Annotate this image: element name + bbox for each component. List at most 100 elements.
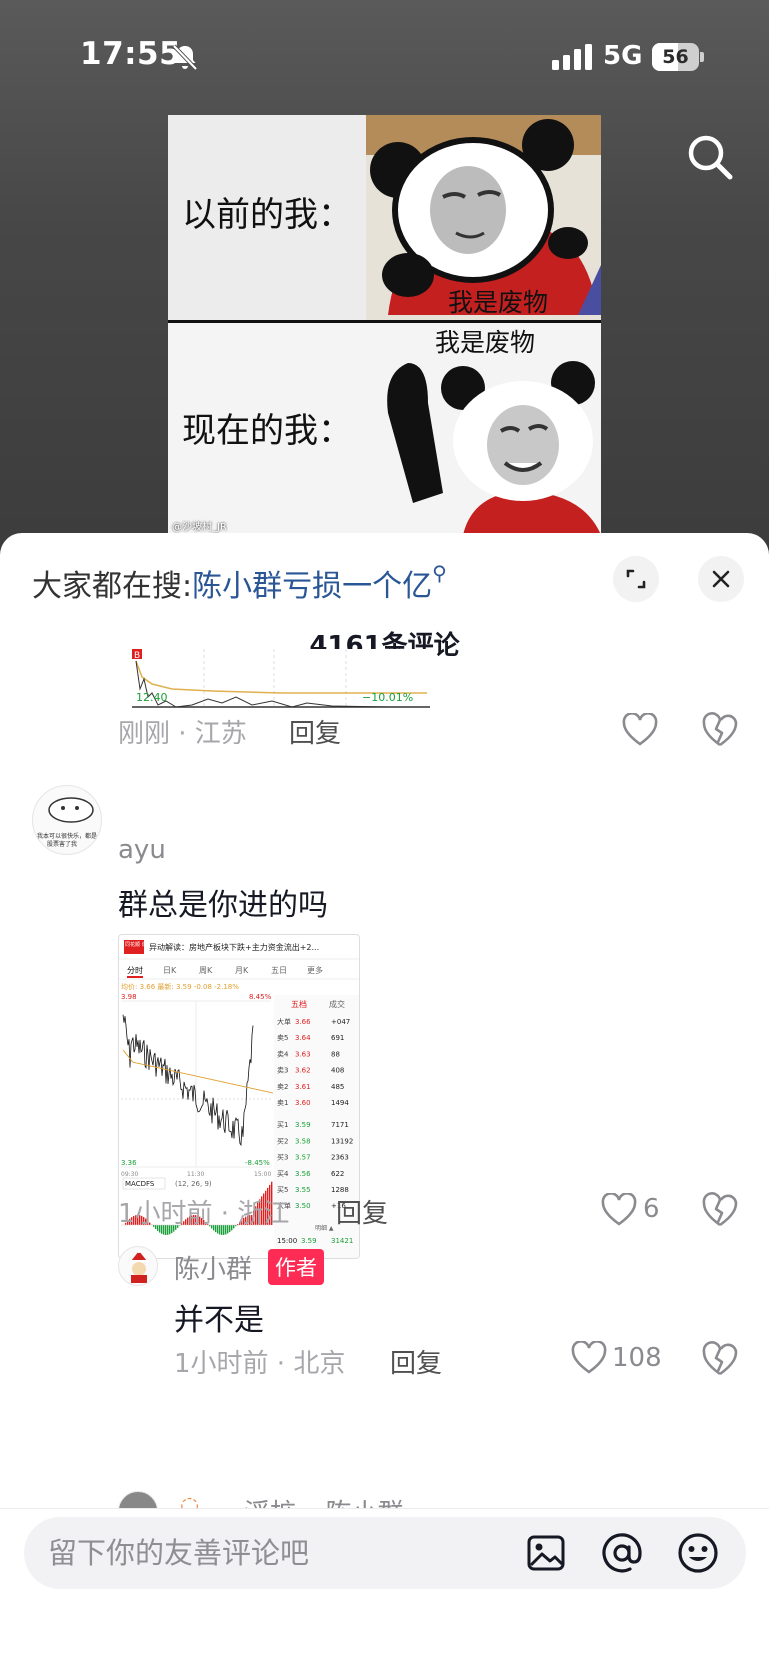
chart-tab: 五日 bbox=[271, 966, 287, 975]
comment-input-container[interactable] bbox=[24, 1517, 746, 1589]
like-count: 108 bbox=[612, 1343, 662, 1373]
book-price: 3.64 bbox=[295, 1034, 311, 1042]
comment-sheet: 大家都在搜:陈小群亏损一个亿⚲ 4161条评论 B 12.40 −10.01% bbox=[0, 533, 769, 1665]
avatar[interactable] bbox=[118, 1246, 158, 1286]
partial-stock-chart: B 12.40 −10.01% bbox=[132, 649, 430, 708]
chart-headline: 异动解读：房地产板块下跌+主力资金流出+2... bbox=[149, 942, 319, 952]
reply-button[interactable]: 回复 bbox=[289, 713, 341, 750]
book-volume: 691 bbox=[331, 1034, 344, 1042]
author-badge: 作者 bbox=[268, 1249, 324, 1285]
x-axis-label: 15:00 bbox=[254, 1171, 271, 1178]
comment-time-location: 1小时前 · 浙江 bbox=[118, 1199, 290, 1229]
meme-line-1: 以前的我： bbox=[182, 195, 352, 235]
meme-caption-1: 我是废物 bbox=[448, 288, 549, 317]
active-tab-indicator bbox=[127, 976, 143, 978]
search-small-icon: ⚲ bbox=[432, 561, 447, 585]
book-label: 卖5 bbox=[277, 1034, 288, 1042]
book-price: 3.61 bbox=[295, 1083, 311, 1091]
price-line-series bbox=[122, 1014, 254, 1146]
book-label: 卖3 bbox=[277, 1067, 288, 1075]
signal-icon bbox=[552, 44, 592, 70]
meme-top-panel: 以前的我： 我是废物 bbox=[168, 115, 601, 320]
book-price: 3.50 bbox=[295, 1202, 311, 1210]
comment-time-location: 刚刚 · 江苏 bbox=[118, 719, 247, 749]
heart-icon[interactable] bbox=[601, 1193, 637, 1227]
last-trade-time: 15:00 bbox=[277, 1237, 297, 1245]
image-icon[interactable] bbox=[524, 1531, 568, 1575]
chart-tab: 月K bbox=[235, 966, 249, 975]
partial-chart-left-label: 12.40 bbox=[136, 691, 168, 704]
trending-query[interactable]: 陈小群亏损一个亿 bbox=[192, 569, 432, 604]
book-volume: 88 bbox=[331, 1050, 340, 1058]
meme-watermark: @沙坡村_JR bbox=[172, 522, 227, 533]
book-price: 3.66 bbox=[295, 1018, 311, 1026]
trending-label: 大家都在搜: bbox=[32, 569, 193, 604]
svg-text:我本可以很快乐，都是: 我本可以很快乐，都是 bbox=[37, 832, 97, 840]
book-price: 3.58 bbox=[295, 1137, 311, 1145]
panel-tab: 五档 bbox=[291, 999, 307, 1009]
book-label: 卖1 bbox=[277, 1099, 288, 1107]
svg-text:B: B bbox=[134, 651, 140, 661]
broken-heart-icon[interactable] bbox=[701, 1341, 739, 1377]
chart-tab: 日K bbox=[163, 966, 177, 975]
trending-search[interactable]: 大家都在搜:陈小群亏损一个亿⚲ bbox=[32, 561, 447, 605]
broken-heart-icon[interactable] bbox=[701, 712, 739, 748]
expand-button[interactable] bbox=[613, 556, 659, 602]
price-line: 均价: 3.66 最新: 3.59 -0.08 -2.18% bbox=[121, 982, 239, 991]
book-price: 3.57 bbox=[295, 1154, 311, 1162]
comment-text: 群总是你进的吗 bbox=[118, 888, 328, 923]
book-price: 3.63 bbox=[295, 1050, 311, 1058]
comment-username[interactable]: ayu bbox=[118, 835, 166, 865]
avatar[interactable]: 我本可以很快乐，都是 股票害了我 bbox=[32, 785, 102, 855]
reply-button[interactable]: 回复 bbox=[390, 1343, 442, 1380]
reply-time-location: 1小时前 · 北京 bbox=[174, 1349, 346, 1379]
video-meme-image[interactable]: 以前的我： 我是废物 我是废物 现在的我： @沙坡村_JR bbox=[168, 115, 601, 535]
last-trade-price: 3.59 bbox=[301, 1237, 317, 1245]
emoji-icon[interactable] bbox=[676, 1531, 720, 1575]
avatar-cartoon-icon: 我本可以很快乐，都是 股票害了我 bbox=[37, 797, 97, 848]
heart-icon[interactable] bbox=[571, 1341, 607, 1375]
book-label: 卖4 bbox=[277, 1050, 289, 1058]
broken-heart-icon[interactable] bbox=[701, 1192, 739, 1228]
last-trade-volume: 31421 bbox=[331, 1237, 353, 1245]
avatar-santa-icon bbox=[130, 1249, 148, 1283]
panel-tab: 成交 bbox=[329, 999, 345, 1009]
book-volume: 485 bbox=[331, 1083, 344, 1091]
book-price: 3.59 bbox=[295, 1121, 311, 1129]
reply-button[interactable]: 回复 bbox=[336, 1193, 388, 1230]
comment-input[interactable] bbox=[48, 1531, 508, 1575]
book-volume: 13192 bbox=[331, 1137, 353, 1145]
at-icon[interactable] bbox=[600, 1531, 644, 1575]
book-label: 买1 bbox=[277, 1121, 288, 1129]
heart-icon[interactable] bbox=[622, 713, 658, 747]
avg-price-series bbox=[122, 1049, 274, 1094]
close-icon bbox=[712, 570, 730, 588]
book-price: 3.55 bbox=[295, 1186, 311, 1194]
meme-caption-2: 我是废物 bbox=[435, 328, 536, 357]
close-button[interactable] bbox=[698, 556, 744, 602]
reply-username[interactable]: 陈小群 bbox=[174, 1249, 252, 1286]
reply-text: 并不是 bbox=[174, 1303, 264, 1338]
book-volume: 622 bbox=[331, 1170, 344, 1178]
top-pct: 8.45% bbox=[249, 993, 272, 1001]
bell-slash-icon bbox=[172, 44, 198, 71]
book-volume: 7171 bbox=[331, 1121, 349, 1129]
chart-tab: 周K bbox=[199, 966, 213, 975]
meme-bottom-panel: 我是废物 现在的我： bbox=[168, 323, 601, 535]
book-label: 买3 bbox=[277, 1154, 288, 1162]
search-icon[interactable] bbox=[684, 131, 736, 183]
macd-label: MACDFS bbox=[125, 1180, 155, 1188]
book-volume: +047 bbox=[331, 1018, 350, 1026]
book-price: 3.60 bbox=[295, 1099, 311, 1107]
macd-params: (12, 26, 9) bbox=[175, 1180, 212, 1188]
comment-image-partial[interactable]: B 12.40 −10.01% bbox=[132, 649, 430, 709]
app-tag: 同花顺 课堂 bbox=[125, 941, 152, 948]
book-label: 买4 bbox=[277, 1170, 289, 1178]
like-count: 6 bbox=[643, 1194, 660, 1224]
book-label: 买2 bbox=[277, 1137, 288, 1145]
chart-tab: 分时 bbox=[127, 965, 143, 975]
battery-indicator: 56 bbox=[652, 43, 704, 71]
panda-cheer-illustration bbox=[387, 361, 601, 535]
book-volume: 2363 bbox=[331, 1154, 349, 1162]
partial-chart-right-label: −10.01% bbox=[362, 691, 413, 704]
